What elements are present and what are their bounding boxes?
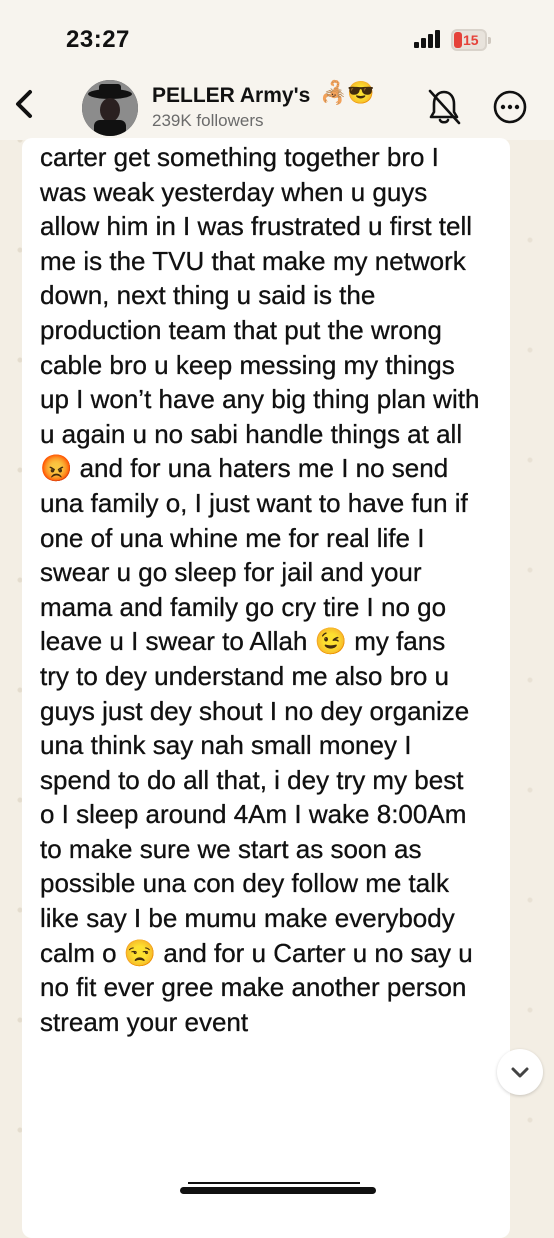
avatar-image	[82, 80, 138, 136]
text-selection-underline	[188, 1182, 360, 1184]
channel-avatar[interactable]	[82, 80, 138, 136]
channel-header: PELLER Army's 🦂😎 239K followers	[0, 70, 554, 140]
chevron-down-icon	[511, 1067, 529, 1078]
message-text: carter get something together bro I was …	[40, 142, 480, 1037]
mute-bell-icon[interactable]	[426, 87, 462, 127]
channel-name[interactable]: PELLER Army's	[152, 84, 310, 108]
channel-name-emojis: 🦂😎	[320, 80, 375, 105]
battery-tip	[488, 37, 491, 44]
cellular-signal-icon	[414, 30, 440, 48]
battery-level: 15	[463, 32, 479, 48]
follower-count: 239K followers	[152, 111, 264, 130]
scroll-down-button[interactable]	[497, 1049, 543, 1095]
back-chevron-icon[interactable]	[6, 84, 46, 124]
more-options-icon[interactable]	[492, 89, 528, 125]
status-time: 23:27	[66, 26, 130, 53]
battery-icon: 15	[451, 29, 487, 51]
home-indicator[interactable]	[180, 1187, 376, 1194]
status-bar: 23:27 15	[0, 0, 554, 70]
